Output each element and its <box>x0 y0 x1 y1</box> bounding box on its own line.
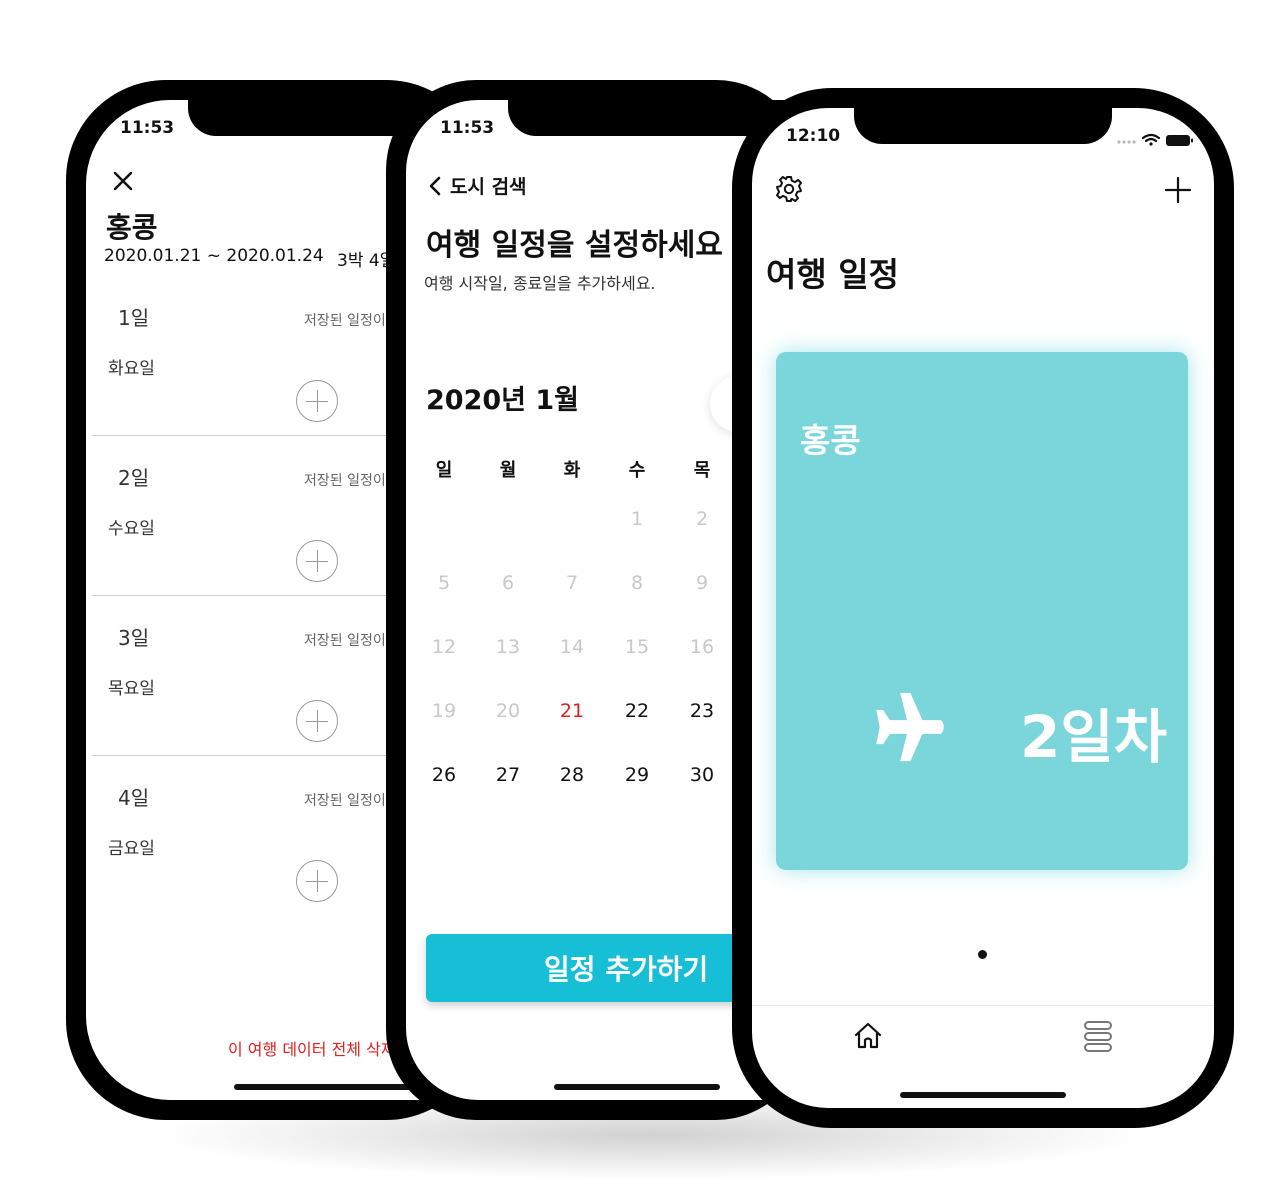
wifi-icon <box>1141 133 1161 146</box>
list-icon[interactable] <box>1082 1020 1114 1054</box>
calendar-day[interactable]: 30 <box>682 764 722 786</box>
trip-card-day: 2일차 <box>1020 703 1168 771</box>
weekday-header: 월 <box>499 460 517 481</box>
calendar-day[interactable]: 29 <box>617 764 657 786</box>
signal-icon <box>1117 140 1136 144</box>
weekday-header: 일 <box>435 460 453 481</box>
home-indicator <box>900 1092 1066 1098</box>
calendar-day: 5 <box>437 572 451 594</box>
day-number: 3일 <box>118 626 150 650</box>
page-indicator-dot[interactable] <box>978 950 987 959</box>
calendar-day: 7 <box>565 572 579 594</box>
calendar-day: 19 <box>431 700 457 722</box>
weekday-header: 화 <box>563 460 581 481</box>
add-plan-button[interactable] <box>296 700 338 742</box>
calendar-day-selected[interactable]: 21 <box>552 700 592 722</box>
status-time: 11:53 <box>120 118 175 138</box>
calendar-day: 2 <box>695 508 709 530</box>
notch <box>854 108 1112 144</box>
calendar-day: 20 <box>495 700 521 722</box>
day-number: 2일 <box>118 466 150 490</box>
calendar-day[interactable]: 26 <box>424 764 464 786</box>
calendar-day[interactable]: 28 <box>552 764 592 786</box>
back-label: 도시 검색 <box>450 176 527 198</box>
day-weekday: 화요일 <box>108 359 155 379</box>
plus-icon[interactable] <box>1164 176 1192 204</box>
page-subtitle: 여행 시작일, 종료일을 추가하세요. <box>424 274 656 293</box>
day-weekday: 목요일 <box>108 679 155 699</box>
home-indicator <box>554 1084 720 1090</box>
day-status: 저장된 일정이 <box>304 313 386 329</box>
calendar-day[interactable]: 23 <box>682 700 722 722</box>
trip-card[interactable]: 홍콩 2일차 <box>776 352 1188 870</box>
day-number: 1일 <box>118 306 150 330</box>
day-weekday: 금요일 <box>108 839 155 859</box>
calendar-day: 8 <box>630 572 644 594</box>
phone-frame-trip-list: 12:10 여행 일정 홍콩 2일차 <box>732 88 1234 1128</box>
page-title: 여행 일정 <box>766 255 899 294</box>
calendar-day[interactable]: 22 <box>617 700 657 722</box>
home-indicator <box>234 1084 414 1090</box>
calendar-day: 16 <box>689 636 715 658</box>
calendar-day: 14 <box>559 636 585 658</box>
day-weekday: 수요일 <box>108 519 155 539</box>
add-schedule-label: 일정 추가하기 <box>544 953 709 986</box>
status-icons <box>1117 133 1193 146</box>
month-title: 2020년 1월 <box>426 385 580 416</box>
close-icon[interactable] <box>112 170 134 192</box>
calendar-day: 6 <box>501 572 515 594</box>
delete-trip-link[interactable]: 이 여행 데이터 전체 삭제 <box>228 1036 396 1060</box>
day-status: 저장된 일정이 <box>304 633 386 649</box>
tab-bar-divider <box>752 1005 1214 1006</box>
calendar-day[interactable]: 27 <box>488 764 528 786</box>
trip-city: 홍콩 <box>106 211 158 244</box>
day-status: 저장된 일정이 <box>304 473 386 489</box>
calendar-day: 13 <box>495 636 521 658</box>
gear-icon[interactable] <box>774 174 804 204</box>
calendar-day: 15 <box>624 636 650 658</box>
weekday-header: 수 <box>628 460 646 481</box>
add-plan-button[interactable] <box>296 540 338 582</box>
home-icon[interactable] <box>852 1020 884 1052</box>
trip-date-range: 2020.01.21 ~ 2020.01.24 <box>104 246 324 266</box>
day-status: 저장된 일정이 <box>304 793 386 809</box>
calendar-day: 1 <box>630 508 644 530</box>
add-plan-button[interactable] <box>296 860 338 902</box>
calendar-day: 12 <box>431 636 457 658</box>
chevron-left-icon <box>429 176 441 195</box>
status-time: 12:10 <box>786 126 841 146</box>
page-title: 여행 일정을 설정하세요 <box>426 228 723 263</box>
trip-card-city: 홍콩 <box>800 421 861 460</box>
add-plan-button[interactable] <box>296 380 338 422</box>
battery-icon <box>1166 135 1193 146</box>
trip-list-screen: 12:10 여행 일정 홍콩 2일차 <box>752 108 1214 1108</box>
day-number: 4일 <box>118 786 150 810</box>
status-time: 11:53 <box>440 118 495 138</box>
calendar-day: 9 <box>695 572 709 594</box>
weekday-header: 목 <box>693 460 711 481</box>
back-button[interactable]: 도시 검색 <box>428 172 527 199</box>
airplane-icon <box>876 692 944 762</box>
